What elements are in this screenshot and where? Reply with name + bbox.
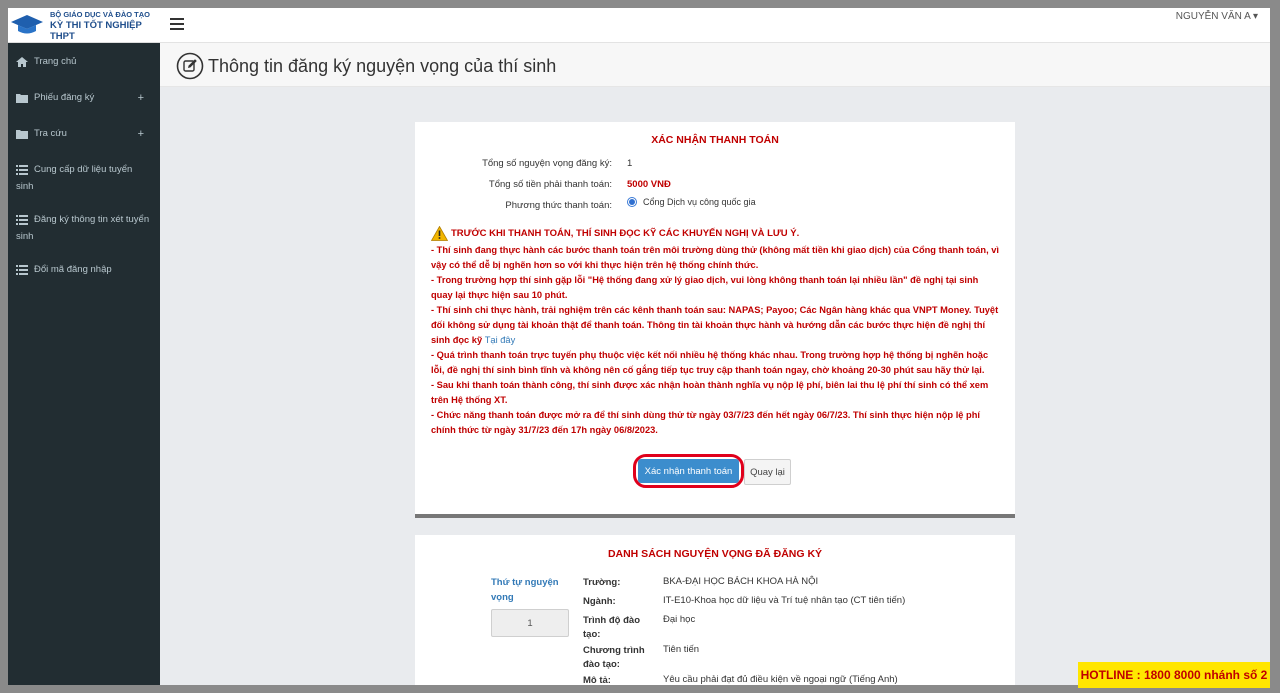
menu-toggle-icon[interactable]	[170, 18, 184, 30]
payment-title: XÁC NHẬN THANH TOÁN	[651, 134, 779, 146]
total-wishes-value: 1	[627, 158, 633, 169]
logo[interactable]: BỘ GIÁO DỤC VÀ ĐÀO TẠO KỲ THI TỐT NGHIỆP…	[8, 8, 160, 43]
note-item: - Sau khi thanh toán thành công, thí sin…	[431, 380, 989, 405]
folder-icon	[16, 93, 30, 108]
sidebar-item-lookup[interactable]: Tra cứu +	[8, 115, 160, 151]
level-label: Trình độ đào tạo:	[583, 615, 640, 640]
payment-method-value: Cổng Dịch vụ công quốc gia	[643, 197, 756, 207]
guide-link[interactable]: Tại đây	[485, 335, 516, 345]
wish-order-label: Thứ tự nguyện vọng	[491, 577, 559, 603]
total-amount-label: Tổng số tiền phải thanh toán:	[488, 179, 612, 190]
warning-icon	[430, 225, 449, 241]
program-label: Chương trình đào tạo:	[583, 645, 645, 670]
major-value: IT-E10-Khoa học dữ liệu và Trí tuệ nhân …	[663, 595, 906, 606]
user-menu[interactable]: NGUYỄN VĂN A ▾	[1176, 11, 1258, 22]
app-frame: BỘ GIÁO DỤC VÀ ĐÀO TẠO KỲ THI TỐT NGHIỆP…	[8, 8, 1270, 685]
note-item: - Thí sinh chỉ thực hành, trải nghiệm tr…	[431, 303, 1001, 348]
payment-method-label: Phương thức thanh toán:	[505, 200, 612, 211]
warning-heading-text: TRƯỚC KHI THANH TOÁN, THÍ SINH ĐỌC KỸ CÁ…	[451, 228, 800, 239]
home-icon	[16, 57, 30, 72]
registered-wishes-panel: DANH SÁCH NGUYỆN VỌNG ĐÃ ĐĂNG KÝ Thứ tự …	[415, 535, 1015, 685]
sidebar-item-registration[interactable]: Phiếu đăng ký +	[8, 79, 160, 115]
warning-heading: TRƯỚC KHI THANH TOÁN, THÍ SINH ĐỌC KỸ CÁ…	[430, 225, 800, 241]
wish-order-field[interactable]: 1	[491, 609, 569, 637]
level-value: Đại học	[663, 614, 696, 625]
note-item: - Thí sinh đang thực hành các bước thanh…	[431, 245, 999, 270]
note-item-text: - Thí sinh chỉ thực hành, trải nghiệm tr…	[431, 305, 999, 345]
sidebar-item-home[interactable]: Trang chủ	[8, 51, 160, 79]
graduation-cap-icon	[10, 12, 44, 38]
payment-confirmation-panel: XÁC NHẬN THANH TOÁN Tổng số nguyện vọng …	[415, 122, 1015, 518]
description-label: Mô tả:	[583, 675, 611, 685]
list-icon	[16, 265, 30, 280]
sidebar-item-change-login[interactable]: Đổi mã đăng nhập	[8, 251, 160, 287]
description-value: Yêu cầu phải đạt đủ điều kiện về ngoại n…	[663, 674, 898, 685]
hotline-badge[interactable]: HOTLINE : 1800 8000 nhánh số 2	[1078, 662, 1270, 688]
total-wishes-label: Tổng số nguyện vọng đăng ký:	[482, 158, 612, 169]
payment-method-option[interactable]: Cổng Dịch vụ công quốc gia	[627, 197, 756, 207]
page-header: Thông tin đăng ký nguyện vọng của thí si…	[160, 43, 1270, 87]
back-button[interactable]: Quay lại	[744, 459, 791, 485]
sidebar-item-label: Trang chủ	[34, 56, 77, 67]
sidebar-menu: Trang chủ Phiếu đăng ký + Tra cứu + Cung	[8, 43, 160, 287]
total-amount-value: 5000 VNĐ	[627, 179, 671, 190]
note-item: - Quá trình thanh toán trực tuyến phụ th…	[431, 350, 989, 375]
list-icon	[16, 165, 30, 180]
payment-notes: - Thí sinh đang thực hành các bước thanh…	[431, 243, 1001, 438]
sidebar-item-label: Đổi mã đăng nhập	[34, 264, 112, 275]
sidebar-item-admission-data[interactable]: Cung cấp dữ liệu tuyển sinh	[8, 151, 160, 201]
expand-plus-icon[interactable]: +	[138, 127, 144, 141]
sidebar-item-label: Phiếu đăng ký	[34, 92, 95, 103]
edit-icon	[176, 52, 204, 80]
sidebar-item-label: Cung cấp dữ liệu tuyển sinh	[16, 164, 133, 192]
payment-method-radio[interactable]	[627, 197, 637, 207]
page-title: Thông tin đăng ký nguyện vọng của thí si…	[208, 56, 557, 76]
folder-icon	[16, 129, 30, 144]
logo-line1: BỘ GIÁO DỤC VÀ ĐÀO TẠO	[50, 9, 151, 19]
school-label: Trường:	[583, 577, 621, 588]
wishlist-title: DANH SÁCH NGUYỆN VỌNG ĐÃ ĐĂNG KÝ	[607, 548, 823, 560]
logo-line2: KỲ THI TỐT NGHIỆP THPT	[50, 19, 142, 42]
note-item: - Chức năng thanh toán được mở ra để thí…	[431, 410, 980, 435]
sidebar-item-label: Đăng ký thông tin xét tuyển sinh	[16, 214, 150, 242]
note-item: - Trong trường hợp thí sinh gặp lỗi "Hệ …	[431, 275, 979, 300]
program-value: Tiên tiến	[663, 644, 700, 655]
list-icon	[16, 215, 30, 230]
sidebar: BỘ GIÁO DỤC VÀ ĐÀO TẠO KỲ THI TỐT NGHIỆP…	[8, 8, 160, 685]
expand-plus-icon[interactable]: +	[138, 91, 144, 105]
sidebar-item-label: Tra cứu	[34, 128, 67, 139]
confirm-payment-button[interactable]: Xác nhận thanh toán	[638, 459, 739, 483]
major-label: Ngành:	[583, 596, 616, 607]
school-value: BKA-ĐẠI HỌC BÁCH KHOA HÀ NỘI	[663, 576, 819, 587]
top-bar: NGUYỄN VĂN A ▾	[160, 8, 1270, 43]
sidebar-item-register-info[interactable]: Đăng ký thông tin xét tuyển sinh	[8, 201, 160, 251]
